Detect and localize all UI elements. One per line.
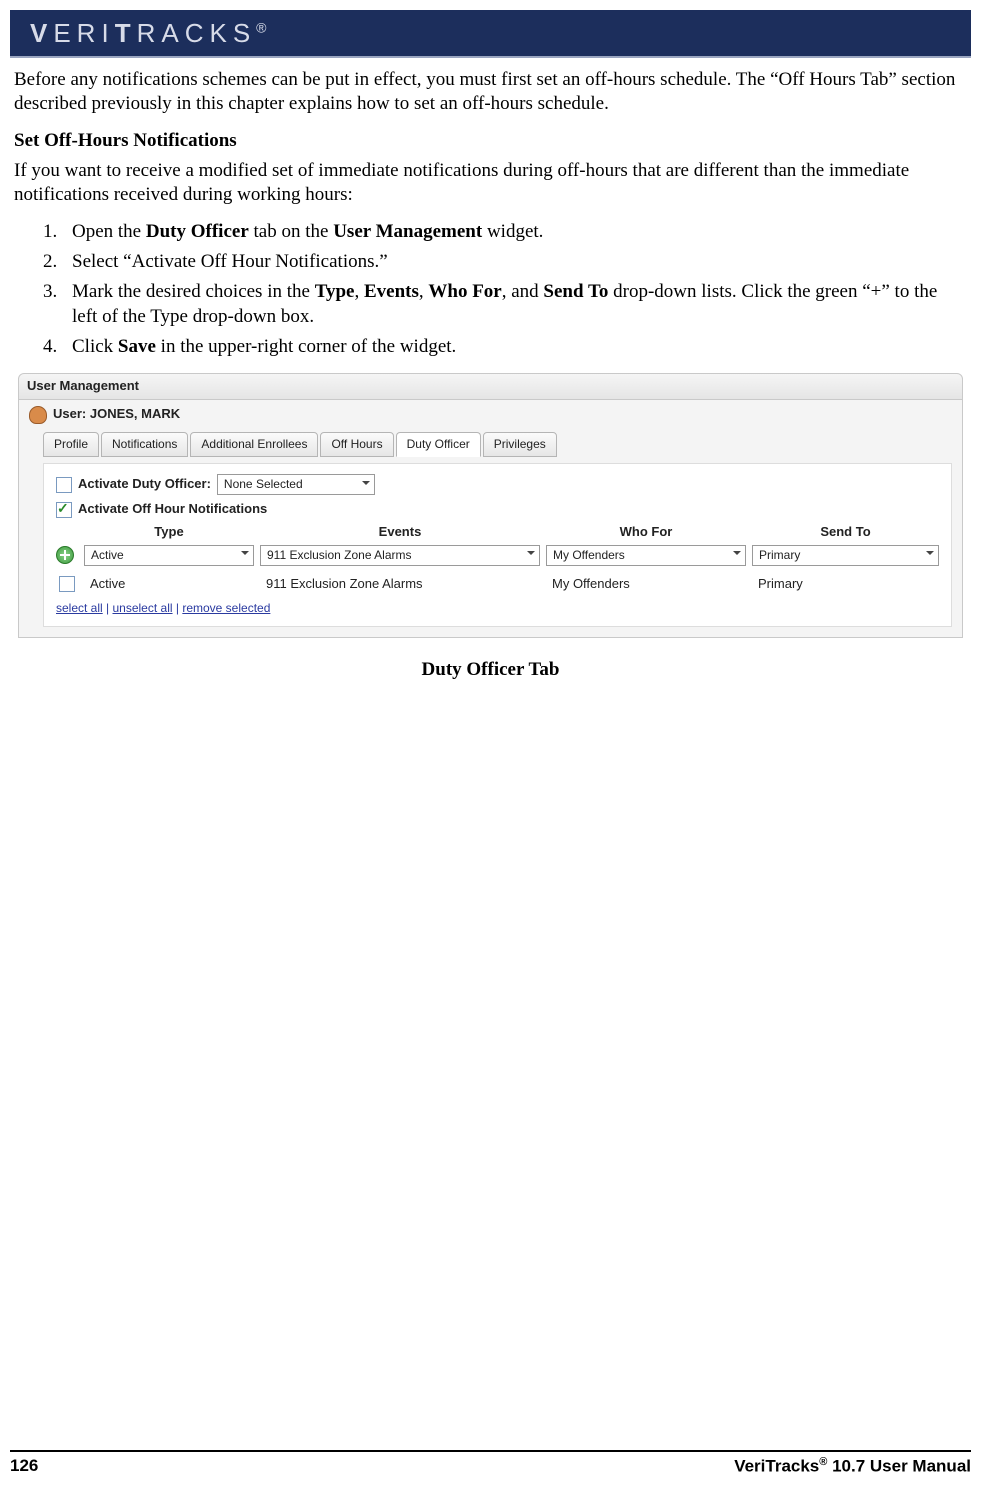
- step-4: Click Save in the upper-right corner of …: [62, 335, 967, 359]
- sendto-select[interactable]: Primary: [752, 545, 939, 566]
- activate-offhour-label: Activate Off Hour Notifications: [78, 501, 267, 518]
- remove-selected-link[interactable]: remove selected: [182, 601, 270, 615]
- page-number: 126: [10, 1456, 38, 1477]
- row-whofor: My Offenders: [546, 576, 746, 593]
- type-select[interactable]: Active: [84, 545, 254, 566]
- tabs: Profile Notifications Additional Enrolle…: [43, 432, 952, 457]
- user-row: User: JONES, MARK: [29, 406, 952, 424]
- select-all-link[interactable]: select all: [56, 601, 103, 615]
- user-label: User: JONES, MARK: [53, 406, 180, 423]
- section-heading: Set Off-Hours Notifications: [14, 129, 967, 153]
- duty-officer-select[interactable]: None Selected: [217, 474, 375, 495]
- step-2: Select “Activate Off Hour Notifications.…: [62, 250, 967, 274]
- header-sendto: Send To: [752, 524, 939, 541]
- footer: 126 VeriTracks® 10.7 User Manual: [10, 1450, 971, 1477]
- embedded-screenshot: User Management User: JONES, MARK Profil…: [18, 373, 963, 638]
- activate-duty-checkbox[interactable]: [56, 477, 72, 493]
- whofor-select[interactable]: My Offenders: [546, 545, 746, 566]
- tab-additional-enrollees[interactable]: Additional Enrollees: [190, 432, 318, 457]
- section-desc: If you want to receive a modified set of…: [14, 159, 967, 208]
- tab-privileges[interactable]: Privileges: [483, 432, 557, 457]
- tab-off-hours[interactable]: Off Hours: [320, 432, 393, 457]
- grid-headers: Type Events Who For Send To: [56, 524, 939, 541]
- header-type: Type: [84, 524, 254, 541]
- avatar-icon: [29, 406, 47, 424]
- row-type: Active: [84, 576, 254, 593]
- figure-caption: Duty Officer Tab: [14, 658, 967, 682]
- add-row-button[interactable]: [56, 546, 74, 564]
- header-banner: VVERITRACKSERITRACKS®: [10, 10, 971, 58]
- row-events: 911 Exclusion Zone Alarms: [260, 576, 540, 593]
- unselect-all-link[interactable]: unselect all: [112, 601, 172, 615]
- row-checkbox[interactable]: [59, 576, 75, 592]
- activate-offhour-checkbox[interactable]: [56, 502, 72, 518]
- events-select[interactable]: 911 Exclusion Zone Alarms: [260, 545, 540, 566]
- header-whofor: Who For: [546, 524, 746, 541]
- steps-list: Open the Duty Officer tab on the User Ma…: [14, 220, 967, 360]
- tab-panel: Activate Duty Officer: None Selected Act…: [43, 463, 952, 627]
- links-row: select all | unselect all | remove selec…: [56, 601, 939, 616]
- manual-title: VeriTracks® 10.7 User Manual: [734, 1456, 971, 1477]
- brand-logo: VVERITRACKSERITRACKS®: [30, 18, 266, 49]
- activate-duty-label: Activate Duty Officer:: [78, 476, 211, 493]
- grid-row-static: Active 911 Exclusion Zone Alarms My Offe…: [56, 576, 939, 593]
- tab-profile[interactable]: Profile: [43, 432, 99, 457]
- row-sendto: Primary: [752, 576, 939, 593]
- widget-title: User Management: [18, 373, 963, 400]
- step-1: Open the Duty Officer tab on the User Ma…: [62, 220, 967, 244]
- tab-notifications[interactable]: Notifications: [101, 432, 188, 457]
- tab-duty-officer[interactable]: Duty Officer: [396, 432, 481, 457]
- grid-row-input: Active 911 Exclusion Zone Alarms My Offe…: [56, 545, 939, 566]
- intro-text: Before any notifications schemes can be …: [14, 68, 967, 117]
- step-3: Mark the desired choices in the Type, Ev…: [62, 280, 967, 329]
- header-events: Events: [260, 524, 540, 541]
